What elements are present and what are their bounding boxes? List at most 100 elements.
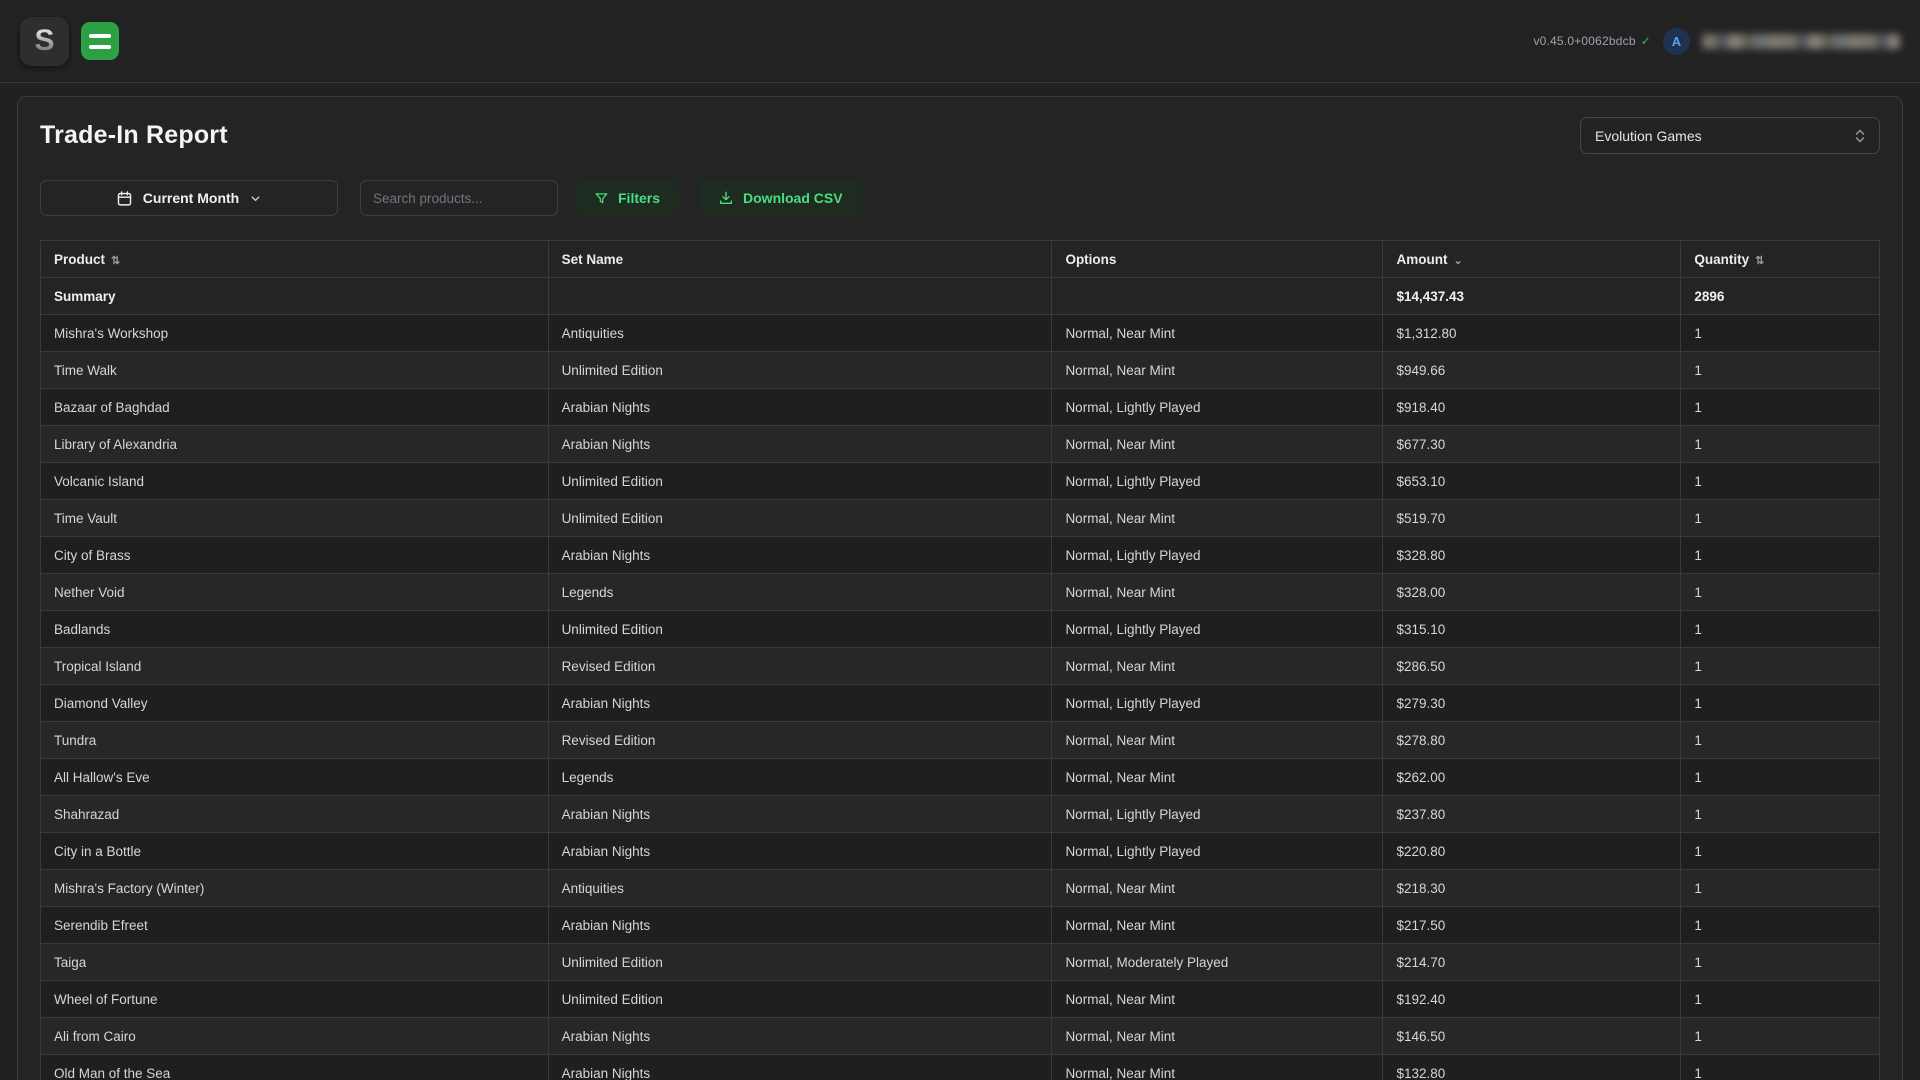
filters-button[interactable]: Filters [575, 180, 679, 216]
cell-product: All Hallow's Eve [41, 759, 549, 796]
column-header-amount[interactable]: Amount⌄ [1383, 241, 1681, 278]
cell-options: Normal, Near Mint [1052, 648, 1383, 685]
sort-both-icon: ⇅ [1755, 255, 1764, 267]
cell-product: Bazaar of Baghdad [41, 389, 549, 426]
cell-quantity: 1 [1681, 426, 1880, 463]
store-select[interactable]: Evolution Games [1580, 117, 1880, 154]
table-row: Bazaar of BaghdadArabian NightsNormal, L… [41, 389, 1880, 426]
summary-empty-cell [548, 278, 1052, 315]
cell-options: Normal, Lightly Played [1052, 389, 1383, 426]
search-input[interactable] [360, 180, 558, 216]
cell-options: Normal, Near Mint [1052, 574, 1383, 611]
cell-amount: $286.50 [1383, 648, 1681, 685]
cell-options: Normal, Near Mint [1052, 1055, 1383, 1080]
table-row: Library of AlexandriaArabian NightsNorma… [41, 426, 1880, 463]
table-row: TundraRevised EditionNormal, Near Mint$2… [41, 722, 1880, 759]
cell-options: Normal, Lightly Played [1052, 611, 1383, 648]
cell-product: Time Vault [41, 500, 549, 537]
cell-options: Normal, Lightly Played [1052, 796, 1383, 833]
column-label: Product [54, 252, 105, 267]
cell-quantity: 1 [1681, 833, 1880, 870]
column-header-set-name[interactable]: Set Name [548, 241, 1052, 278]
cell-set-name: Arabian Nights [548, 685, 1052, 722]
table-row: City of BrassArabian NightsNormal, Light… [41, 537, 1880, 574]
cell-amount: $315.10 [1383, 611, 1681, 648]
cell-amount: $519.70 [1383, 500, 1681, 537]
cell-quantity: 1 [1681, 759, 1880, 796]
cell-quantity: 1 [1681, 389, 1880, 426]
table-row: Time WalkUnlimited EditionNormal, Near M… [41, 352, 1880, 389]
table-row: BadlandsUnlimited EditionNormal, Lightly… [41, 611, 1880, 648]
chevron-down-icon [249, 192, 262, 205]
cell-product: Library of Alexandria [41, 426, 549, 463]
cell-set-name: Arabian Nights [548, 907, 1052, 944]
cell-product: Serendib Efreet [41, 907, 549, 944]
cell-options: Normal, Near Mint [1052, 722, 1383, 759]
cell-set-name: Antiquities [548, 315, 1052, 352]
topbar: S v0.45.0+0062bdcb✓ A [0, 0, 1920, 83]
download-csv-label: Download CSV [743, 190, 843, 206]
cell-options: Normal, Lightly Played [1052, 833, 1383, 870]
cell-options: Normal, Near Mint [1052, 352, 1383, 389]
cell-quantity: 1 [1681, 537, 1880, 574]
column-header-product[interactable]: Product ⇅ [41, 241, 549, 278]
cell-amount: $217.50 [1383, 907, 1681, 944]
table-row: Serendib EfreetArabian NightsNormal, Nea… [41, 907, 1880, 944]
cell-options: Normal, Moderately Played [1052, 944, 1383, 981]
cell-quantity: 1 [1681, 463, 1880, 500]
cell-set-name: Arabian Nights [548, 833, 1052, 870]
cell-product: Taiga [41, 944, 549, 981]
cell-quantity: 1 [1681, 648, 1880, 685]
cell-product: Time Walk [41, 352, 549, 389]
table-row: City in a BottleArabian NightsNormal, Li… [41, 833, 1880, 870]
cell-options: Normal, Lightly Played [1052, 537, 1383, 574]
table-row: Ali from CairoArabian NightsNormal, Near… [41, 1018, 1880, 1055]
table-row: All Hallow's EveLegendsNormal, Near Mint… [41, 759, 1880, 796]
column-header-options[interactable]: Options [1052, 241, 1383, 278]
cell-options: Normal, Lightly Played [1052, 685, 1383, 722]
cell-quantity: 1 [1681, 944, 1880, 981]
cell-amount: $653.10 [1383, 463, 1681, 500]
cell-options: Normal, Near Mint [1052, 1018, 1383, 1055]
app-logo[interactable]: S [20, 17, 69, 66]
cell-quantity: 1 [1681, 315, 1880, 352]
cell-set-name: Revised Edition [548, 722, 1052, 759]
cell-product: Wheel of Fortune [41, 981, 549, 1018]
column-label: Quantity [1694, 252, 1749, 267]
summary-quantity-cell: 2896 [1681, 278, 1880, 315]
cell-amount: $918.40 [1383, 389, 1681, 426]
filter-funnel-icon [594, 191, 609, 206]
download-csv-button[interactable]: Download CSV [699, 180, 862, 216]
cell-options: Normal, Near Mint [1052, 759, 1383, 796]
cell-set-name: Unlimited Edition [548, 463, 1052, 500]
report-card: Trade-In Report Evolution Games Current … [17, 96, 1903, 1080]
cell-product: Nether Void [41, 574, 549, 611]
card-header: Trade-In Report Evolution Games [40, 117, 1880, 154]
sort-both-icon: ⇅ [111, 255, 120, 267]
cell-set-name: Arabian Nights [548, 426, 1052, 463]
cell-quantity: 1 [1681, 574, 1880, 611]
cell-amount: $192.40 [1383, 981, 1681, 1018]
cell-product: Ali from Cairo [41, 1018, 549, 1055]
calendar-icon [116, 190, 133, 207]
download-icon [718, 190, 734, 206]
cell-set-name: Unlimited Edition [548, 352, 1052, 389]
column-label: Options [1065, 252, 1116, 267]
table-header-row: Product ⇅ Set Name Options Amount⌄ Quanti… [41, 241, 1880, 278]
cell-set-name: Legends [548, 574, 1052, 611]
avatar[interactable]: A [1663, 28, 1690, 55]
column-header-quantity[interactable]: Quantity ⇅ [1681, 241, 1880, 278]
cell-options: Normal, Lightly Played [1052, 463, 1383, 500]
cell-amount: $220.80 [1383, 833, 1681, 870]
toolbar: Current Month Filters [40, 180, 1880, 216]
chevron-up-down-icon [1853, 128, 1867, 144]
table-body: Summary $14,437.43 2896 Mishra's Worksho… [41, 278, 1880, 1080]
cell-amount: $262.00 [1383, 759, 1681, 796]
cell-set-name: Arabian Nights [548, 537, 1052, 574]
cell-options: Normal, Near Mint [1052, 426, 1383, 463]
cell-set-name: Unlimited Edition [548, 981, 1052, 1018]
table-row: Mishra's Factory (Winter)AntiquitiesNorm… [41, 870, 1880, 907]
date-range-button[interactable]: Current Month [40, 180, 338, 216]
cell-set-name: Arabian Nights [548, 389, 1052, 426]
menu-toggle-button[interactable] [81, 22, 119, 60]
